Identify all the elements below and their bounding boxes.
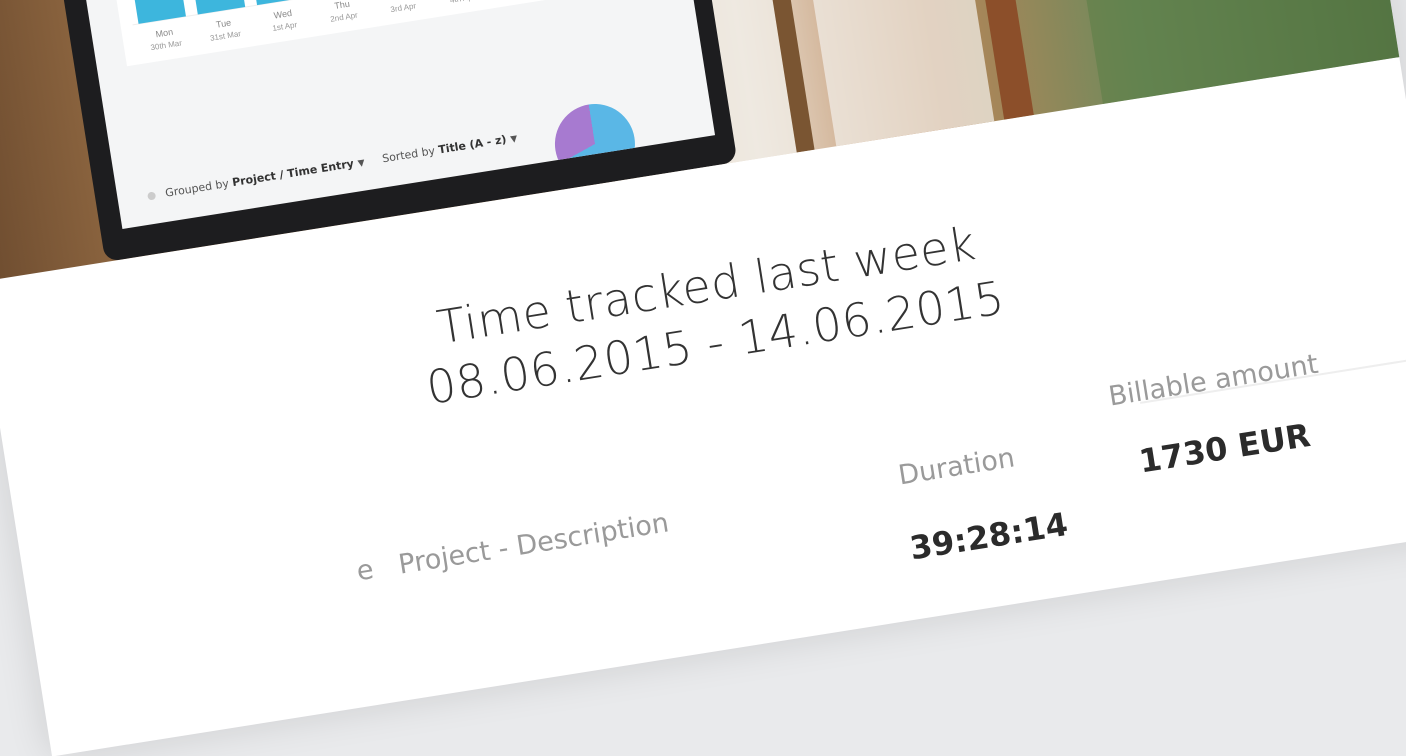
column-header-project: e Project - Description: [355, 507, 671, 587]
column-header-billable: Billable amount: [1106, 348, 1321, 413]
column-header-project-label: Project - Description: [396, 507, 671, 581]
column-header-duration: Duration: [896, 442, 1017, 492]
expand-icon[interactable]: [147, 191, 157, 201]
chevron-down-icon[interactable]: ▼: [510, 134, 518, 145]
chevron-down-icon[interactable]: ▼: [357, 158, 365, 169]
column-header-project-prefix: e: [354, 554, 376, 588]
total-billable-amount: 1730 EUR: [1136, 415, 1313, 481]
total-duration: 39:28:14: [907, 505, 1071, 568]
report-email-card: 5:20Mon30th Mar6:30Tue31st Mar10:00Wed1s…: [0, 0, 1406, 756]
